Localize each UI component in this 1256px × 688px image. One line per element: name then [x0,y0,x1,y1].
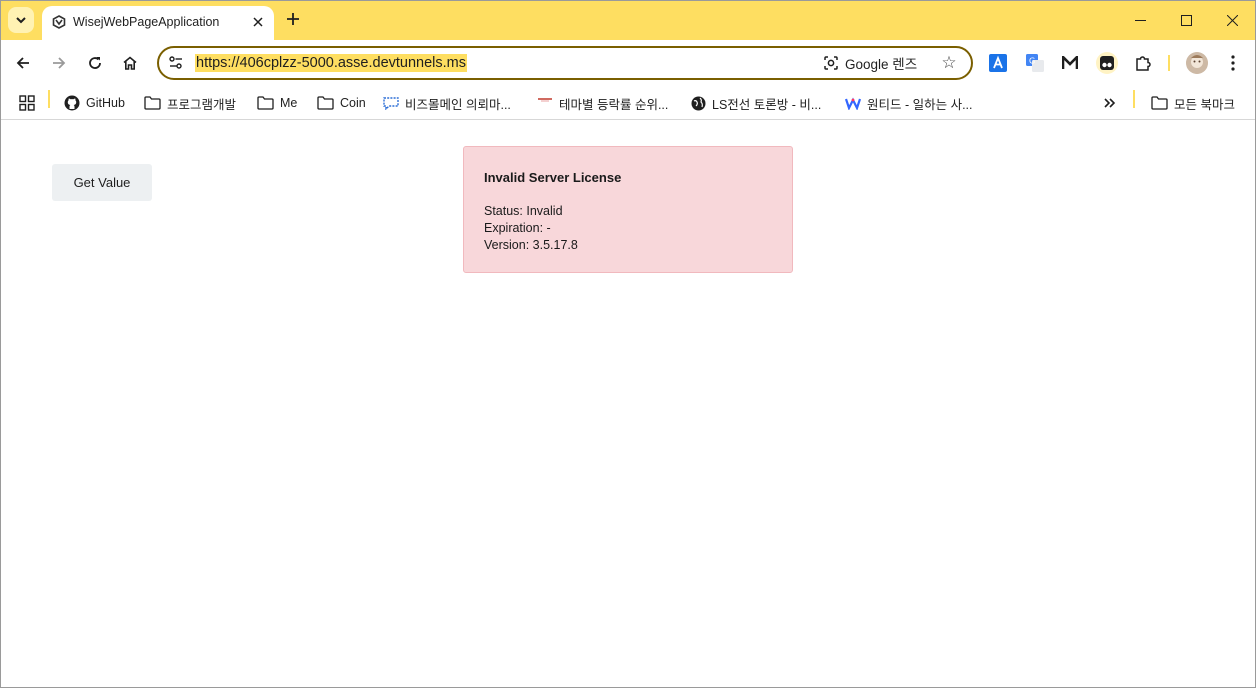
bookmarks-divider [48,90,50,108]
bookmark-theme-ranking[interactable]: 테마별 등락률 순위... [537,91,668,115]
bookmarks-bar: GitHub 프로그램개발 Me Coin 비즈몰메인 의뢰마... 테마별 등… [0,86,1256,120]
folder-icon [317,96,334,110]
m-logo-icon [1062,56,1078,69]
tab-close-button[interactable] [247,11,269,33]
folder-icon [144,96,161,110]
extension-tampermonkey[interactable] [1096,52,1118,74]
active-tab[interactable]: WisejWebPageApplication [42,6,274,40]
arrow-right-icon [53,57,66,69]
back-button[interactable] [11,51,35,75]
star-icon: ☆ [941,53,957,72]
browser-toolbar: https://406cplzz-5000.asse.devtunnels.ms… [0,40,1256,86]
bookmark-label: Me [280,96,298,110]
bookmark-folder-program-dev[interactable]: 프로그램개발 [144,91,236,115]
close-window-button[interactable] [1209,0,1255,40]
site-info-icon[interactable] [167,54,185,72]
bookmark-label: 프로그램개발 [167,97,237,112]
google-translate-icon: G [1026,54,1044,72]
close-icon [1226,14,1238,26]
home-icon [123,56,137,70]
extensions-menu-button[interactable] [1133,53,1153,73]
puzzle-icon [1136,56,1151,71]
kebab-menu-icon [1231,55,1235,71]
browser-title-bar: WisejWebPageApplication [0,0,1256,40]
bookmark-label: 테마별 등락률 순위... [559,97,669,112]
bookmark-folder-coin[interactable]: Coin [317,91,366,115]
license-alert-title: Invalid Server License [484,170,622,185]
google-lens-button[interactable]: Google 렌즈 [823,54,917,72]
maximize-icon [1180,14,1192,26]
close-icon [253,17,263,27]
web-page-content: Get Value Invalid Server License Status:… [0,121,1256,688]
svg-text:G: G [1029,57,1035,66]
bookmarks-divider [1133,90,1135,108]
extension-translate-a[interactable] [988,53,1008,73]
site-icon [538,98,552,102]
more-bookmarks-button[interactable] [1103,91,1117,115]
bookmark-label: LS전선 토론방 - 비... [712,97,822,112]
chevron-down-icon [16,17,26,24]
plus-icon [287,13,299,25]
globe-icon [691,96,706,110]
license-version: Version: 3.5.17.8 [484,238,578,252]
lens-icon [824,56,838,70]
bookmark-ls-cable[interactable]: LS전선 토론방 - 비... [691,91,821,115]
toolbar-divider [1168,55,1170,71]
browser-menu-button[interactable] [1223,53,1243,73]
minimize-button[interactable] [1117,0,1163,40]
letter-a-icon [989,54,1007,72]
tab-title: WisejWebPageApplication [73,15,220,29]
extension-google-translate[interactable]: G [1025,53,1045,73]
bookmark-label: GitHub [86,96,125,110]
license-alert: Invalid Server License Status: Invalid E… [463,146,793,273]
reload-button[interactable] [83,51,107,75]
url-text[interactable]: https://406cplzz-5000.asse.devtunnels.ms [195,54,468,72]
new-tab-button[interactable] [282,8,304,30]
avatar-icon [1186,52,1208,74]
bookmark-folder-me[interactable]: Me [257,91,297,115]
wisej-favicon-icon [52,15,66,29]
tampermonkey-icon [1100,56,1114,70]
maximize-button[interactable] [1163,0,1209,40]
license-status: Status: Invalid [484,204,563,218]
address-bar[interactable]: https://406cplzz-5000.asse.devtunnels.ms… [157,46,973,80]
folder-icon [1151,96,1168,110]
minimize-icon [1134,19,1146,21]
folder-icon [257,96,274,110]
all-bookmarks-label: 모든 북마크 [1174,97,1235,112]
apps-button[interactable] [19,91,35,115]
home-button[interactable] [118,51,142,75]
all-bookmarks-folder[interactable]: 모든 북마크 [1151,91,1235,115]
double-chevron-right-icon [1104,98,1116,108]
github-icon [64,95,80,111]
arrow-left-icon [16,57,29,69]
forward-button[interactable] [47,51,71,75]
bookmark-wanted[interactable]: 원티드 - 일하는 사... [845,91,973,115]
bookmark-label: 비즈몰메인 의뢰마... [405,97,511,112]
bookmark-label: 원티드 - 일하는 사... [867,97,973,112]
bookmark-star-button[interactable]: ☆ [939,53,959,73]
bookmark-github[interactable]: GitHub [64,91,125,115]
tab-search-button[interactable] [8,7,34,33]
profile-avatar[interactable] [1186,52,1208,74]
wanted-icon [845,97,861,110]
apps-grid-icon [19,95,35,111]
get-value-button[interactable]: Get Value [52,164,152,201]
bizmall-icon [383,97,399,110]
bookmark-bizmall[interactable]: 비즈몰메인 의뢰마... [383,91,511,115]
reload-icon [89,57,101,69]
extension-m[interactable] [1060,53,1080,73]
license-expiration: Expiration: - [484,221,551,235]
bookmark-label: Coin [340,96,366,110]
lens-label: Google 렌즈 [845,57,918,72]
